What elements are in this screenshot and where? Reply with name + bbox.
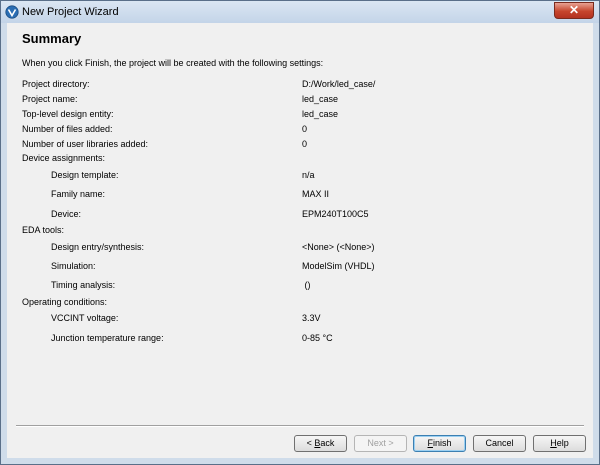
user-libraries-label: Number of user libraries added: <box>22 139 149 149</box>
design-entry-value: <None> (<None>) <box>302 242 375 252</box>
title-bar[interactable]: New Project Wizard ✕ <box>1 1 599 23</box>
summary-panel: Summary When you click Finish, the proje… <box>7 23 593 421</box>
close-icon: ✕ <box>568 3 580 17</box>
button-bar: < Back Next > Finish Cancel Help <box>7 421 593 458</box>
window-title: New Project Wizard <box>22 6 119 18</box>
design-template-label: Design template: <box>51 170 119 180</box>
timing-analysis-label: Timing analysis: <box>51 280 116 290</box>
user-libraries-value: 0 <box>302 139 308 149</box>
close-window-button[interactable]: ✕ <box>554 2 594 19</box>
vccint-voltage-label: VCCINT voltage: <box>51 313 119 323</box>
help-button-rest: elp <box>556 438 569 448</box>
intro-text: When you click Finish, the project will … <box>22 58 324 68</box>
device-value: EPM240T100C5 <box>302 209 369 219</box>
project-directory-label: Project directory: <box>22 79 90 89</box>
device-assignments-heading: Device assignments: <box>22 153 106 163</box>
junction-temp-value: 0-85 °C <box>302 333 333 343</box>
project-name-value: led_case <box>302 94 339 104</box>
back-button-rest: ack <box>320 438 335 448</box>
finish-button[interactable]: Finish <box>413 435 466 452</box>
help-button[interactable]: Help <box>533 435 586 452</box>
device-label: Device: <box>51 209 82 219</box>
eda-tools-heading: EDA tools: <box>22 225 65 235</box>
simulation-value: ModelSim (VHDL) <box>302 261 375 271</box>
timing-analysis-value: () <box>302 280 311 290</box>
back-button[interactable]: < Back <box>294 435 347 452</box>
operating-conditions-heading: Operating conditions: <box>22 297 108 307</box>
junction-temp-label: Junction temperature range: <box>51 333 164 343</box>
project-directory-value: D:/Work/led_case/ <box>302 79 376 89</box>
vccint-voltage-value: 3.3V <box>302 313 321 323</box>
family-name-label: Family name: <box>51 189 106 199</box>
top-level-entity-label: Top-level design entity: <box>22 109 114 119</box>
project-name-label: Project name: <box>22 94 78 104</box>
cancel-button[interactable]: Cancel <box>473 435 526 452</box>
design-entry-label: Design entry/synthesis: <box>51 242 145 252</box>
footer-divider <box>16 425 584 427</box>
family-name-value: MAX II <box>302 189 330 199</box>
design-template-value: n/a <box>302 170 315 180</box>
finish-button-rest: inish <box>432 438 452 448</box>
files-added-value: 0 <box>302 124 308 134</box>
wizard-window: New Project Wizard ✕ Summary When you cl… <box>0 0 600 465</box>
next-button[interactable]: Next > <box>354 435 407 452</box>
files-added-label: Number of files added: <box>22 124 113 134</box>
simulation-label: Simulation: <box>51 261 96 271</box>
quartus-app-icon <box>5 5 19 19</box>
page-title: Summary <box>22 31 82 46</box>
top-level-entity-value: led_case <box>302 109 339 119</box>
